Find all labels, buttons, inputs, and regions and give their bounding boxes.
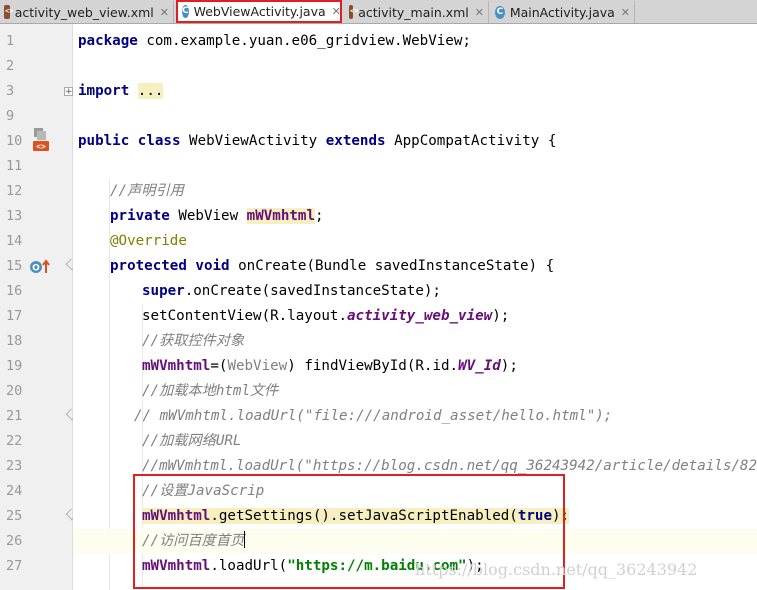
line-number: 27 xyxy=(6,558,23,574)
line-number: 18 xyxy=(6,333,23,349)
xml-file-icon xyxy=(4,5,13,19)
line-number: 20 xyxy=(6,383,23,399)
line-number: 13 xyxy=(6,208,23,224)
fold-expand-icon[interactable]: + xyxy=(64,87,73,97)
line-number: 1 xyxy=(6,33,15,49)
line-number: 23 xyxy=(6,458,23,474)
code-line[interactable]: //加载本地html文件 xyxy=(142,379,278,404)
tab-mainactivity-java[interactable]: C MainActivity.java ✕ xyxy=(491,1,635,23)
line-number: 10 xyxy=(6,133,23,149)
tab-activity-web-view-xml[interactable]: activity_web_view.xml ✕ xyxy=(0,1,174,23)
line-number: 15 xyxy=(6,258,23,274)
svg-text:<>: <> xyxy=(36,142,46,151)
code-line[interactable]: public class WebViewActivity extends App… xyxy=(78,129,556,154)
tab-activity-main-xml[interactable]: activity_main.xml ✕ xyxy=(345,1,489,23)
override-method-icon[interactable]: O xyxy=(29,258,51,276)
code-line[interactable]: private WebView mWVmhtml; xyxy=(110,204,324,229)
close-icon[interactable]: ✕ xyxy=(621,6,630,19)
line-number: 9 xyxy=(6,108,15,124)
folded-imports[interactable]: ... xyxy=(137,83,164,99)
editor-gutter[interactable]: 1 2 3 9 10 11 12 13 14 15 16 17 18 19 20… xyxy=(0,24,97,590)
line-number: 11 xyxy=(6,158,23,174)
code-line[interactable]: // mWVmhtml.loadUrl("file:///android_ass… xyxy=(134,404,612,429)
fold-collapse-icon[interactable] xyxy=(65,264,73,273)
tab-label: WebViewActivity.java xyxy=(193,4,326,19)
line-number: 21 xyxy=(6,408,23,424)
tab-label: activity_main.xml xyxy=(358,4,469,20)
fold-collapse-icon[interactable] xyxy=(65,414,73,423)
code-line[interactable]: setContentView(R.layout.activity_web_vie… xyxy=(142,304,509,329)
tab-webviewactivity-java[interactable]: C WebViewActivity.java ✕ xyxy=(176,0,342,23)
line-number: 16 xyxy=(6,283,23,299)
java-class-icon: C xyxy=(495,5,505,19)
editor-tab-bar: activity_web_view.xml ✕ C WebViewActivit… xyxy=(0,0,757,24)
line-number: 26 xyxy=(6,533,23,549)
code-line[interactable]: //声明引用 xyxy=(110,179,184,204)
code-line[interactable]: //获取控件对象 xyxy=(142,329,244,354)
code-line[interactable]: mWVmhtml=(WebView) findViewById(R.id.WV_… xyxy=(142,354,518,379)
xml-file-icon xyxy=(349,5,359,19)
watermark: https://blog.csdn.net/qq_36243942 xyxy=(415,560,698,579)
line-number: 24 xyxy=(6,483,23,499)
code-line[interactable]: //加载网络URL xyxy=(142,429,241,454)
close-icon[interactable]: ✕ xyxy=(160,6,169,19)
code-line[interactable]: import ... xyxy=(78,79,164,104)
code-line[interactable]: protected void onCreate(Bundle savedInst… xyxy=(110,254,554,279)
code-line[interactable]: @Override xyxy=(110,229,187,254)
close-icon[interactable]: ✕ xyxy=(475,6,484,19)
line-number: 17 xyxy=(6,308,23,324)
line-number: 25 xyxy=(6,508,23,524)
line-number: 22 xyxy=(6,433,23,449)
java-class-icon: C xyxy=(182,5,189,18)
line-number: 2 xyxy=(6,58,15,74)
line-number: 12 xyxy=(6,183,23,199)
code-line[interactable]: super.onCreate(savedInstanceState); xyxy=(142,279,441,304)
close-icon[interactable]: ✕ xyxy=(332,5,341,18)
tab-label: MainActivity.java xyxy=(509,4,615,20)
line-number: 19 xyxy=(6,358,23,374)
line-number: 14 xyxy=(6,233,23,249)
code-line[interactable]: package com.example.yuan.e06_gridview.We… xyxy=(78,29,471,54)
layout-preview-icon[interactable]: <> xyxy=(32,128,50,154)
tab-label: activity_web_view.xml xyxy=(14,4,154,20)
svg-text:O: O xyxy=(32,264,40,274)
fold-collapse-icon[interactable] xyxy=(65,514,73,523)
line-number: 3 xyxy=(6,83,15,99)
